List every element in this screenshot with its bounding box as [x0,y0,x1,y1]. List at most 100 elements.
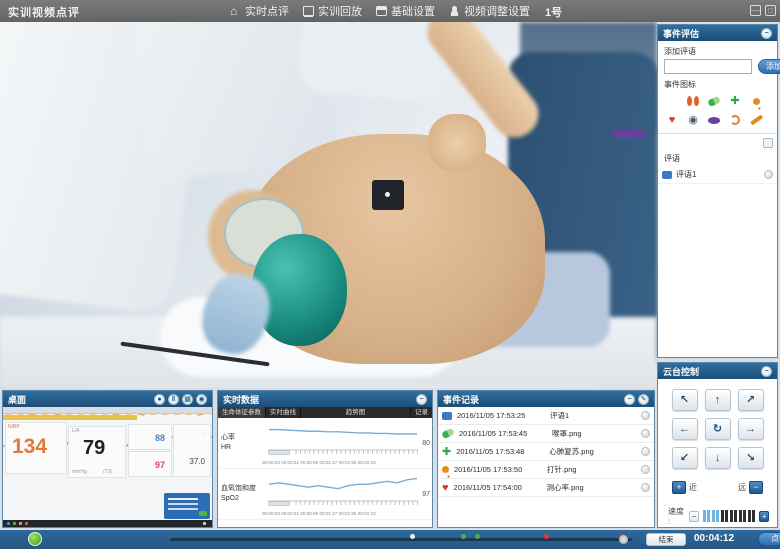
chart-title: 血氧饱和度 [221,484,262,495]
grid-icon[interactable]: ▦ [182,394,193,405]
event-row[interactable]: ♥2016/11/05 17:54:00测心率.png [438,479,654,497]
snapshot-icon[interactable]: ◉ [196,394,207,405]
clipboard-icon[interactable] [763,138,773,148]
settings-icon [376,6,387,16]
pan-left-button[interactable]: ← [672,418,698,440]
lungs-icon[interactable] [686,94,700,108]
tab-实训回放[interactable]: 实训回放 [303,3,362,19]
edit-icon[interactable]: ✎ [638,394,649,405]
speed-plus-button[interactable]: + [759,511,769,522]
pan-down-button[interactable]: ↓ [705,447,731,469]
station-label: 1号 [545,4,562,20]
tab-label: 视频调整设置 [464,3,530,19]
gut-icon [730,115,740,125]
mask-icon [708,117,720,124]
collapse-icon[interactable]: − [761,366,772,377]
eye-icon: ◉ [688,114,698,126]
event-label: 评语1 [550,410,636,421]
pan-down-right-button[interactable]: ↘ [738,447,764,469]
timeline-marker[interactable] [410,534,415,539]
end-button[interactable]: 结束 [646,533,686,546]
tab-趋势图[interactable]: 趋势图 [301,407,410,418]
pan-home-button[interactable]: ↻ [705,418,731,440]
tab-生命体征参数[interactable]: 生命体征参数 [218,407,265,418]
timeline-marker[interactable] [461,534,466,539]
speed-segment [712,510,715,522]
event-action-button[interactable] [641,411,650,420]
spo2-cell: 97 [128,451,172,477]
tab-视频调整设置[interactable]: 视频调整设置 [449,3,530,19]
speed-segment [716,510,719,522]
timeline-marker[interactable] [475,534,480,539]
speed-segment [739,510,742,522]
pan-right-button[interactable]: → [738,418,764,440]
diamond-icon[interactable] [665,94,679,108]
event-action-button[interactable] [641,447,650,456]
temp-cell: - 37.0 [173,424,211,477]
record-icon[interactable]: ● [154,394,165,405]
eye-icon[interactable]: ◉ [686,113,700,127]
tab-基础设置[interactable]: 基础设置 [376,3,435,19]
pause-icon[interactable]: ‖ [168,394,179,405]
monitor-icon [303,6,314,16]
timeline-seek-bar[interactable] [170,538,632,541]
zoom-out-button[interactable]: − [749,481,763,494]
event-row[interactable]: 2016/11/05 17:53:50 打针.png [438,461,654,479]
tab-实时曲线[interactable]: 实时曲线 [266,407,300,418]
compression-hands [428,114,486,172]
chart-title: 心率 [221,433,262,444]
top-toolbar: 实训视频点评 1号 — □ ⌂实时点评实训回放基础设置视频调整设置 [0,0,780,22]
heart-icon: ♥ [442,482,449,494]
event-log-header: 事件记录 −✎ [438,391,654,407]
event-action-button[interactable] [641,483,650,492]
pan-down-left-button[interactable]: ↙ [672,447,698,469]
temp-dash: - [202,431,204,437]
pan-up-right-button[interactable]: ↗ [738,389,764,411]
event-icons-label: 事件图标 [664,79,777,90]
chart-current-value: 80 [418,440,432,447]
comment-row[interactable]: 评语1 [658,166,777,184]
ptz-header: 云台控制 − [658,363,777,379]
mask-icon[interactable] [707,113,721,127]
speed-minus-button[interactable]: − [689,511,699,522]
minimize-button[interactable]: — [750,5,761,16]
heart-icon: ♥ [669,114,676,126]
event-label: 打针.png [547,464,636,475]
heart-icon[interactable]: ♥ [665,113,679,127]
pin-icon [753,98,760,105]
far-label: 远 [738,482,746,493]
event-row[interactable]: ✚2016/11/05 17:53:48心肺复苏.png [438,443,654,461]
capsule-icon[interactable] [707,94,721,108]
event-row[interactable]: 2016/11/05 17:53:25评语1 [438,407,654,425]
cross-icon[interactable]: ✚ [728,94,742,108]
collapse-icon[interactable]: − [416,394,427,405]
zoom-in-button[interactable]: + [672,481,686,494]
pan-up-button[interactable]: ↑ [705,389,731,411]
comment-action-button[interactable] [764,170,773,179]
speed-segment [707,510,710,522]
tab-记录[interactable]: 记录 [411,407,432,418]
event-time: 2016/11/05 17:53:50 [454,465,542,474]
tab-label: 实训回放 [318,3,362,19]
maximize-button[interactable]: □ [765,5,776,16]
ptz-direction-pad: ↖ ↑ ↗ ← ↻ → ↙ ↓ ↘ [658,389,777,469]
clear-icon[interactable]: − [624,394,635,405]
tab-实时点评[interactable]: ⌂实时点评 [230,3,289,19]
lungs-icon [687,96,692,106]
event-action-button[interactable] [641,465,650,474]
gut-icon[interactable] [728,113,742,127]
pin-icon[interactable] [749,94,763,108]
event-action-button[interactable] [641,429,650,438]
comment-input[interactable] [664,59,752,74]
event-row[interactable]: 2016/11/05 17:53:45喉罩.png [438,425,654,443]
seek-handle[interactable] [619,535,628,544]
add-comment-button[interactable]: 添加 [758,59,780,74]
timeline-marker[interactable] [544,534,549,539]
syringe-icon[interactable] [749,113,763,127]
nibp-value: 134 [12,435,47,459]
record-indicator[interactable] [28,532,42,546]
collapse-icon[interactable]: − [761,28,772,39]
review-button[interactable]: 点评 [758,532,780,546]
pan-up-left-button[interactable]: ↖ [672,389,698,411]
speed-slider[interactable] [703,510,756,522]
